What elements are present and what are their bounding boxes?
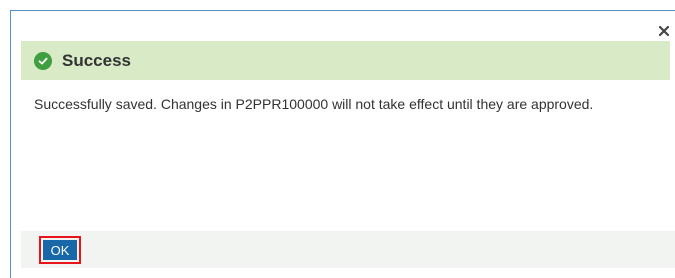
ok-button-highlight: OK bbox=[39, 236, 81, 264]
success-dialog: Success Successfully saved. Changes in P… bbox=[10, 10, 675, 278]
dialog-footer: OK bbox=[21, 231, 675, 268]
dialog-header: Success bbox=[21, 41, 670, 80]
check-circle-icon bbox=[34, 51, 52, 70]
dialog-title: Success bbox=[62, 50, 131, 70]
close-icon[interactable] bbox=[657, 24, 671, 38]
dialog-message: Successfully saved. Changes in P2PPR1000… bbox=[34, 96, 594, 112]
ok-button[interactable]: OK bbox=[43, 240, 77, 260]
